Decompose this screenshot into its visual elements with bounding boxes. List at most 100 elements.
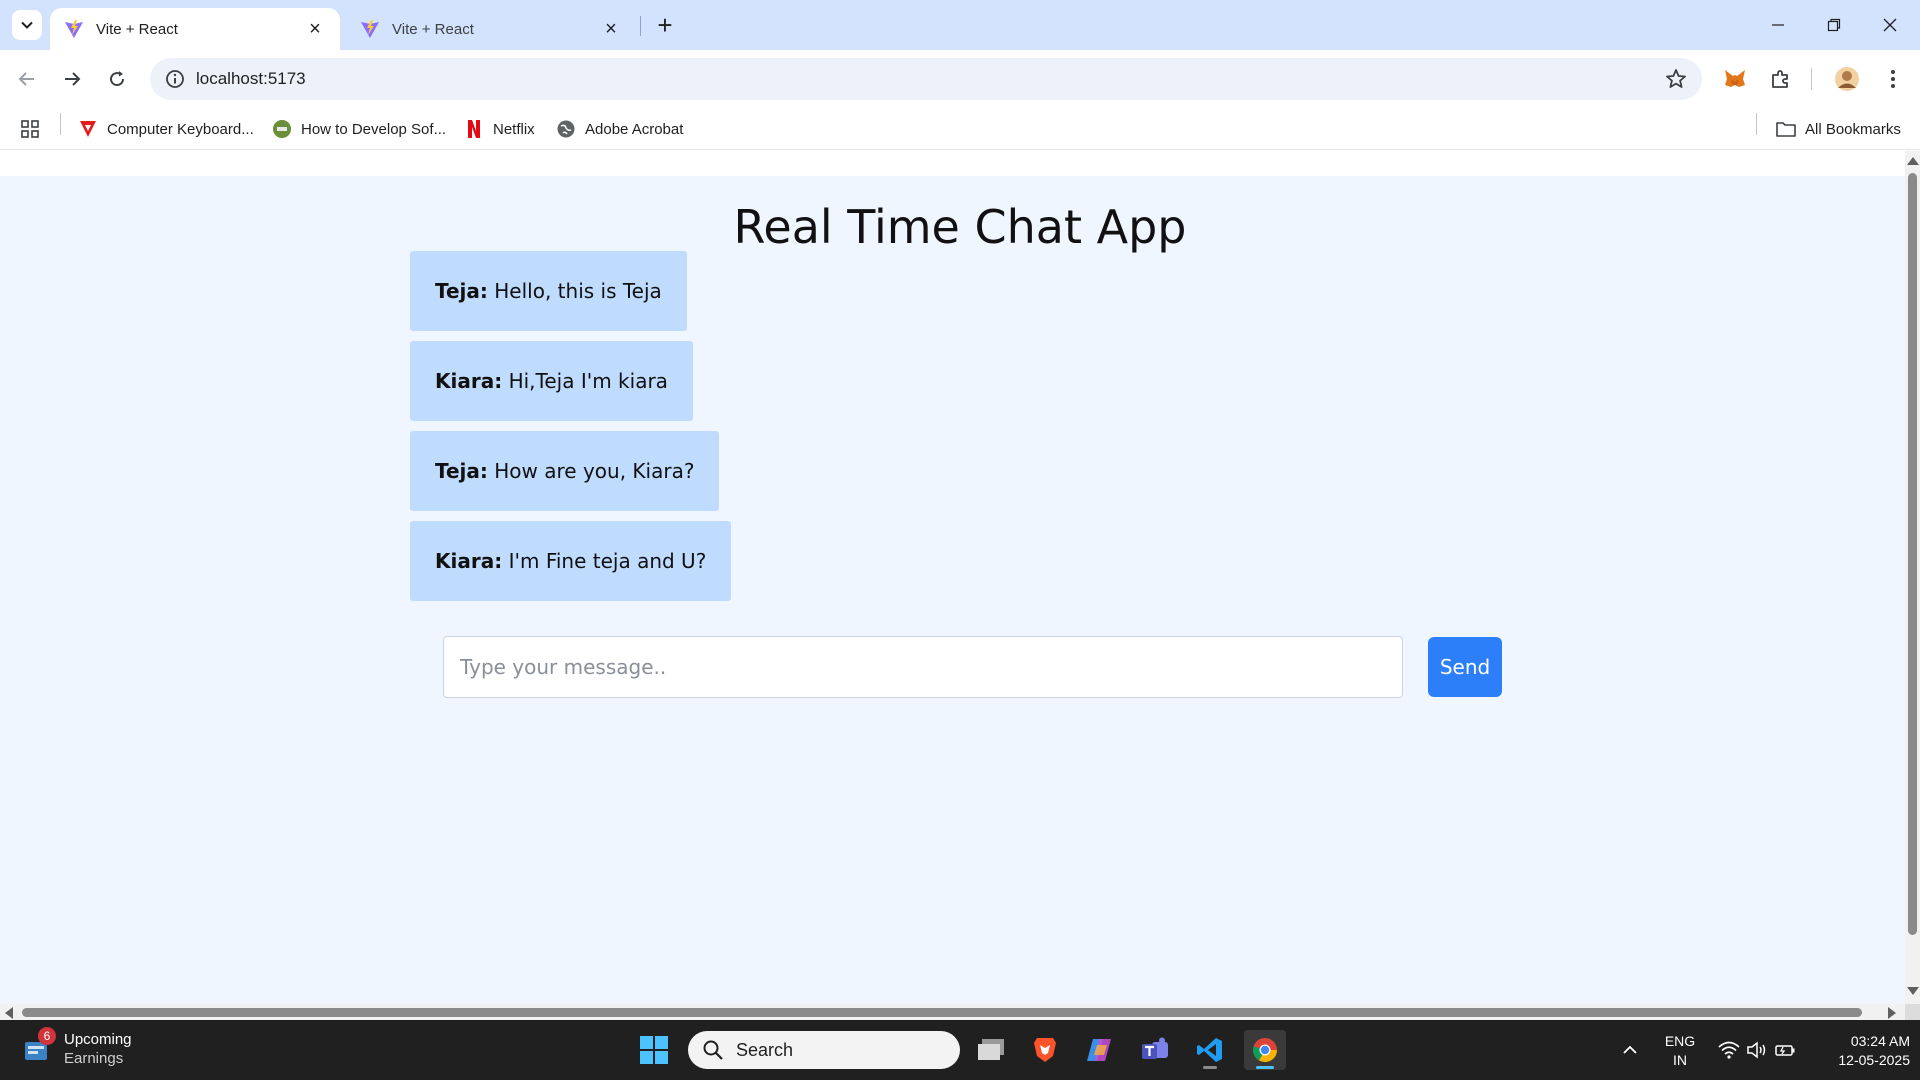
time-text: 03:24 AM — [1850, 1033, 1910, 1049]
apps-grid-icon — [21, 120, 39, 138]
list-item: Teja: Hello, this is Teja — [410, 251, 1510, 341]
message-sender: Kiara: — [435, 369, 503, 393]
forward-arrow-icon — [65, 72, 81, 86]
tab-separator — [640, 16, 641, 36]
search-placeholder: Search — [736, 1039, 794, 1060]
bookmark-label: Adobe Acrobat — [585, 120, 684, 138]
message-sender: Teja: — [435, 459, 488, 483]
bookmark-computer-keyboard[interactable]: Computer Keyboard... — [78, 116, 254, 142]
minimize-button[interactable] — [1750, 0, 1806, 50]
page-viewport: Real Time Chat App Teja: Hello, this is … — [0, 151, 1905, 1004]
show-hidden-icons-icon[interactable] — [1612, 1030, 1648, 1070]
message-bubble: Kiara: I'm Fine teja and U? — [410, 521, 732, 601]
wifi-icon — [1718, 1041, 1740, 1059]
scroll-right-arrow-icon[interactable] — [1888, 1007, 1896, 1019]
globe-icon — [556, 119, 576, 139]
bookmark-how-to-develop[interactable]: How to Develop Sof... — [272, 116, 446, 142]
url-text[interactable]: localhost:5173 — [196, 69, 306, 89]
message-text: How are you, Kiara? — [494, 459, 695, 483]
address-bar[interactable]: localhost:5173 — [150, 58, 1702, 100]
tab-title: Vite + React — [392, 20, 474, 38]
bookmarks-bar: Computer Keyboard... How to Develop Sof.… — [0, 108, 1920, 150]
date-text: 12-05-2025 — [1838, 1052, 1910, 1068]
forward-button[interactable] — [55, 62, 89, 96]
bookmark-label: How to Develop Sof... — [301, 120, 447, 138]
all-bookmarks-label: All Bookmarks — [1805, 120, 1901, 138]
site-info-icon[interactable] — [164, 68, 186, 90]
back-button[interactable] — [10, 62, 44, 96]
back-arrow-icon — [18, 72, 34, 86]
message-bubble: Teja: Hello, this is Teja — [410, 251, 687, 331]
list-item: Kiara: I'm Fine teja and U? — [410, 521, 1510, 611]
news-widget[interactable]: 6 Upcoming Earnings — [22, 1027, 132, 1068]
message-list: Teja: Hello, this is Teja Kiara: Hi,Teja… — [410, 251, 1510, 611]
bookmark-label: Netflix — [493, 120, 535, 138]
site-icon — [272, 119, 292, 139]
brave-icon[interactable] — [1024, 1030, 1066, 1070]
news-widget-icon: 6 — [22, 1027, 56, 1064]
close-tab-icon[interactable]: × — [304, 18, 326, 40]
language-line-2: IN — [1673, 1052, 1687, 1068]
news-subtitle: Earnings — [64, 1050, 124, 1067]
new-tab-button[interactable]: + — [650, 10, 680, 40]
tab-vite-react[interactable]: Vite + React × — [346, 8, 636, 50]
news-title: Upcoming — [64, 1031, 132, 1048]
taskbar-search[interactable]: Search — [688, 1031, 960, 1069]
scroll-up-arrow-icon[interactable] — [1907, 157, 1919, 165]
netflix-icon — [464, 119, 484, 139]
apps-button[interactable] — [20, 116, 40, 142]
horizontal-scrollbar[interactable] — [0, 1004, 1905, 1020]
vite-favicon-icon — [65, 20, 83, 38]
bookmarks-divider — [1756, 113, 1757, 135]
chat-app: Real Time Chat App Teja: Hello, this is … — [0, 176, 1905, 1004]
reload-button[interactable] — [100, 62, 134, 96]
message-sender: Kiara: — [435, 549, 503, 573]
message-sender: Teja: — [435, 279, 488, 303]
metamask-extension-icon[interactable] — [1720, 64, 1750, 94]
tab-search-button[interactable] — [12, 10, 42, 40]
bookmark-adobe-acrobat[interactable]: Adobe Acrobat — [556, 116, 683, 142]
scroll-down-arrow-icon[interactable] — [1907, 987, 1919, 995]
vertical-scrollbar[interactable] — [1905, 151, 1920, 1004]
bookmark-star-icon[interactable] — [1664, 67, 1688, 91]
scrollbar-corner — [1905, 1004, 1920, 1020]
close-icon — [1883, 18, 1897, 32]
restore-button[interactable] — [1806, 0, 1862, 50]
clock[interactable]: 03:24 AM 12-05-2025 — [1810, 1032, 1910, 1070]
scroll-left-arrow-icon[interactable] — [5, 1007, 13, 1019]
copilot-icon[interactable] — [1079, 1030, 1121, 1070]
language-indicator[interactable]: ENG IN — [1660, 1032, 1700, 1070]
bookmark-label: Computer Keyboard... — [107, 120, 254, 138]
chrome-icon[interactable] — [1244, 1030, 1286, 1070]
profile-avatar[interactable] — [1832, 64, 1862, 94]
teams-icon[interactable] — [1134, 1030, 1176, 1070]
tab-title: Vite + React — [96, 20, 178, 38]
system-tray-status[interactable] — [1712, 1030, 1802, 1070]
horizontal-scroll-thumb[interactable] — [22, 1008, 1862, 1017]
browser-menu-icon[interactable] — [1878, 64, 1908, 94]
bookmarks-divider — [60, 113, 61, 135]
list-item: Kiara: Hi,Teja I'm kiara — [410, 341, 1510, 431]
search-icon — [703, 1040, 723, 1060]
vertical-scroll-thumb[interactable] — [1908, 173, 1917, 935]
running-indicator — [1203, 1066, 1217, 1069]
message-input[interactable] — [443, 636, 1403, 698]
folder-icon — [1776, 119, 1796, 139]
battery-icon — [1775, 1045, 1795, 1056]
start-button[interactable] — [640, 1036, 668, 1064]
close-tab-icon[interactable]: × — [600, 18, 622, 40]
vite-favicon-icon — [361, 20, 379, 38]
windows-taskbar: 6 Upcoming Earnings Search ENG IN 03:24 … — [0, 1020, 1920, 1080]
message-text: I'm Fine teja and U? — [508, 549, 707, 573]
restore-icon — [1827, 18, 1841, 32]
send-button[interactable]: Send — [1428, 637, 1502, 697]
task-view-icon[interactable] — [970, 1030, 1012, 1070]
windows-logo-icon — [640, 1036, 668, 1064]
extensions-icon[interactable] — [1766, 64, 1796, 94]
tab-vite-react-active[interactable]: Vite + React × — [50, 8, 340, 50]
all-bookmarks-button[interactable]: All Bookmarks — [1776, 116, 1901, 142]
tubi-icon — [78, 119, 98, 139]
bookmark-netflix[interactable]: Netflix — [464, 116, 535, 142]
close-window-button[interactable] — [1862, 0, 1918, 50]
vscode-icon[interactable] — [1189, 1030, 1231, 1070]
